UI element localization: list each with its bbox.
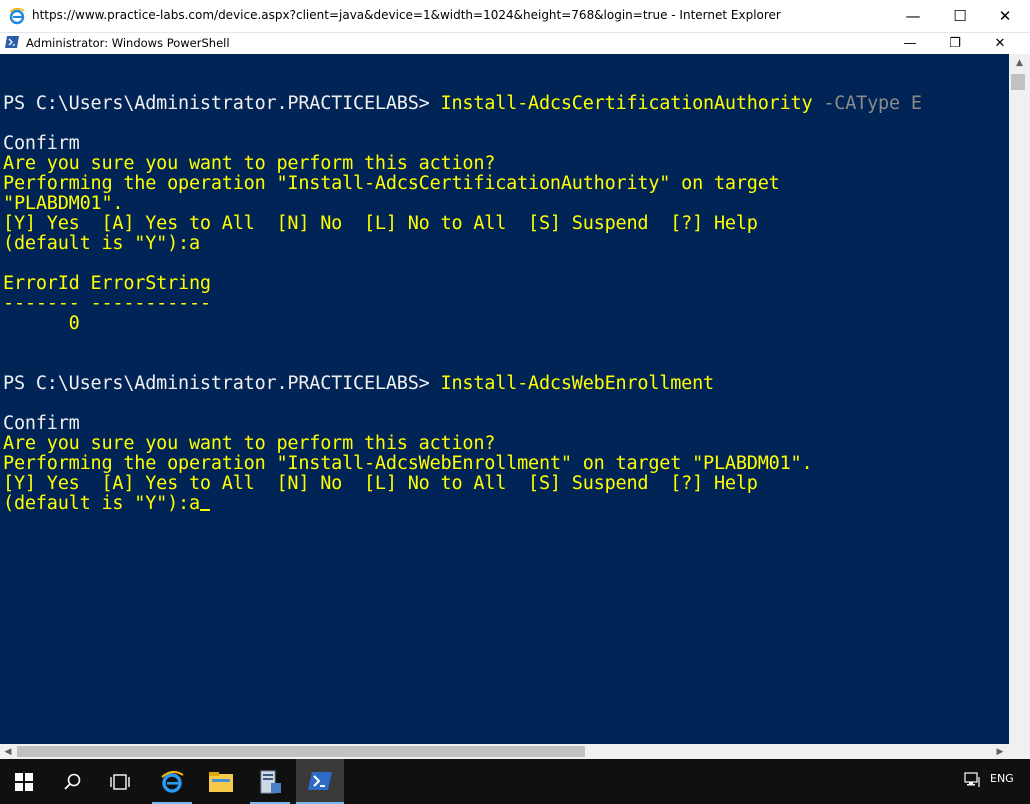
confirm-question: Are you sure you want to perform this ac… <box>3 153 496 174</box>
start-icon <box>15 772 33 791</box>
choices-text: [Y] Yes [A] Yes to All [N] No [L] No to … <box>3 473 671 494</box>
result-header: ErrorId ErrorString <box>3 273 211 294</box>
taskbar-server-manager[interactable] <box>246 759 294 804</box>
task-view-icon <box>110 773 130 790</box>
result-separator: ------- ----------- <box>3 293 211 314</box>
network-icon[interactable] <box>964 772 982 788</box>
close-icon: ✕ <box>998 7 1012 25</box>
confirm-operation-target: "PLABDM01". <box>3 193 124 214</box>
confirm-question: Are you sure you want to perform this ac… <box>3 433 496 454</box>
browser-title: https://www.practice-labs.com/device.asp… <box>32 8 781 22</box>
powershell-icon <box>308 771 332 790</box>
command-parameter: -CAType E <box>812 93 922 114</box>
browser-maximize-button[interactable]: ☐ <box>937 0 983 32</box>
minimize-icon: — <box>905 7 921 25</box>
scroll-right-arrow-icon[interactable]: ▶ <box>994 744 1006 759</box>
file-explorer-icon <box>209 771 233 792</box>
start-button[interactable] <box>0 759 48 804</box>
window-title: Administrator: Windows PowerShell <box>26 36 230 50</box>
maximize-icon: ☐ <box>953 7 967 25</box>
restore-icon: ❐ <box>949 35 961 51</box>
help-choice: [?] Help <box>670 473 758 494</box>
server-manager-icon <box>260 770 281 793</box>
window-restore-button[interactable]: ❐ <box>933 32 977 54</box>
result-value: 0 <box>3 313 80 334</box>
confirm-operation: Performing the operation "Install-AdcsCe… <box>3 173 780 194</box>
confirm-choices: [Y] Yes [A] Yes to All [N] No [L] No to … <box>3 214 758 234</box>
language-indicator[interactable]: ENG <box>990 772 1014 785</box>
browser-minimize-button[interactable]: — <box>890 0 936 32</box>
confirm-operation: Performing the operation "Install-AdcsWe… <box>3 453 813 474</box>
command: Install-AdcsCertificationAuthority <box>440 93 813 114</box>
console-line: PS C:\Users\Administrator.PRACTICELABS> … <box>3 374 714 394</box>
window-close-button[interactable]: ✕ <box>978 32 1022 54</box>
scroll-left-arrow-icon[interactable]: ◀ <box>2 744 14 759</box>
taskbar-file-explorer[interactable] <box>197 759 245 804</box>
confirm-default: (default is "Y"):a <box>3 233 200 254</box>
window-minimize-button[interactable]: — <box>888 32 932 54</box>
prompt: PS C:\Users\Administrator.PRACTICELABS> <box>3 373 441 394</box>
confirm-heading: Confirm <box>3 413 80 434</box>
vertical-scrollbar[interactable] <box>1009 54 1030 744</box>
confirm-choices: [Y] Yes [A] Yes to All [N] No [L] No to … <box>3 474 758 494</box>
taskbar-internet-explorer[interactable] <box>148 759 196 804</box>
browser-close-button[interactable]: ✕ <box>982 0 1028 32</box>
vertical-scroll-thumb[interactable] <box>1011 74 1025 90</box>
task-view-button[interactable] <box>96 759 144 804</box>
browser-title-bar: https://www.practice-labs.com/device.asp… <box>0 0 1030 32</box>
confirm-heading: Confirm <box>3 133 80 154</box>
minimize-icon: — <box>903 35 917 51</box>
search-icon <box>64 773 81 790</box>
command: Install-AdcsWebEnrollment <box>440 373 715 394</box>
powershell-window-icon <box>5 36 19 48</box>
choices-text: [Y] Yes [A] Yes to All [N] No [L] No to … <box>3 213 671 234</box>
internet-explorer-icon <box>161 770 184 793</box>
taskbar-powershell[interactable] <box>296 759 344 804</box>
scroll-up-arrow-icon[interactable]: ▲ <box>1009 54 1030 72</box>
text-cursor <box>199 509 210 511</box>
close-icon: ✕ <box>994 35 1006 51</box>
console-line: PS C:\Users\Administrator.PRACTICELABS> … <box>3 94 922 114</box>
confirm-input-line[interactable]: (default is "Y"):a <box>3 494 210 514</box>
powershell-console[interactable]: PS C:\Users\Administrator.PRACTICELABS> … <box>0 54 1009 744</box>
prompt: PS C:\Users\Administrator.PRACTICELABS> <box>3 93 441 114</box>
help-choice: [?] Help <box>670 213 758 234</box>
confirm-default: (default is "Y"):a <box>3 493 200 514</box>
scrollbar-corner <box>1009 744 1030 759</box>
internet-explorer-icon <box>9 7 25 25</box>
horizontal-scroll-thumb[interactable] <box>17 746 585 757</box>
search-button[interactable] <box>48 759 96 804</box>
